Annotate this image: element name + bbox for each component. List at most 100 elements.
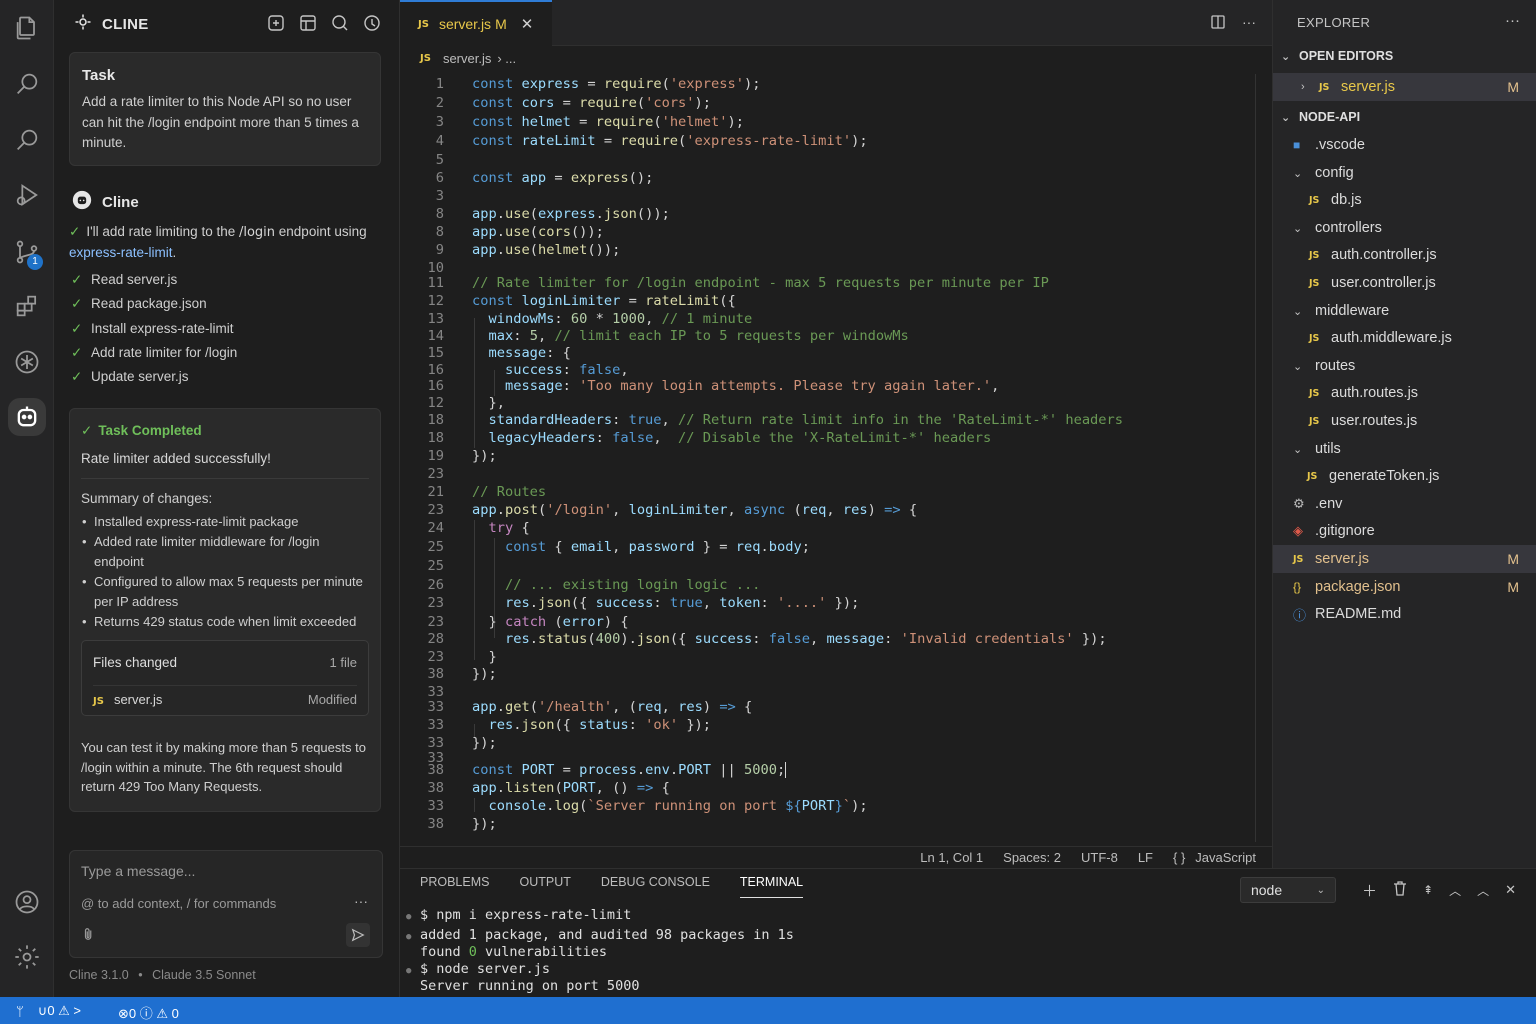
file-item[interactable]: JS user.routes.js — [1273, 407, 1536, 435]
folder-item[interactable]: ⌄ controllers — [1273, 214, 1536, 242]
file-item[interactable]: JS db.js — [1273, 186, 1536, 214]
more-actions-icon[interactable]: ··· — [1505, 12, 1520, 29]
terminal-select[interactable]: node ⌄ — [1239, 877, 1336, 903]
cline-avatar-icon — [72, 190, 92, 214]
js-file-icon: JS — [1309, 194, 1320, 206]
search-icon[interactable] — [7, 120, 47, 160]
mcp-servers-icon[interactable] — [299, 14, 317, 32]
file-item[interactable]: JS auth.middleware.js — [1273, 324, 1536, 352]
folder-item[interactable]: ■ .vscode — [1273, 131, 1536, 159]
code-line: app.post('/login', loginLimiter, async (… — [472, 502, 918, 518]
tab-modified-marker: M — [495, 16, 507, 32]
maximize-panel-icon[interactable]: ⇞ — [1423, 883, 1433, 897]
code-editor[interactable]: const express = require('express'); cons… — [400, 74, 1256, 842]
new-task-icon[interactable] — [267, 14, 285, 32]
folder-item[interactable]: ⌄ routes — [1273, 352, 1536, 380]
folder-item[interactable]: ⌄ utils — [1273, 435, 1536, 463]
extensions-icon[interactable] — [7, 286, 47, 326]
send-button[interactable] — [346, 923, 370, 947]
chevron-down-icon: ⌄ — [1293, 360, 1303, 373]
open-editors-header[interactable]: ⌄ OPEN EDITORS — [1281, 49, 1393, 63]
message-input-box[interactable]: Type a message... @ to add context, / fo… — [69, 850, 383, 958]
js-file-icon: JS — [1309, 277, 1320, 289]
code-line: app.use(helmet()); — [472, 242, 621, 258]
tab-label: server.js — [438, 16, 492, 32]
file-item[interactable]: ◈ .gitignore — [1273, 517, 1536, 545]
attach-icon[interactable] — [82, 927, 96, 944]
source-control-icon[interactable]: 1 — [7, 232, 47, 272]
file-item[interactable]: JS auth.routes.js — [1273, 379, 1536, 407]
close-icon[interactable]: ✕ — [1505, 882, 1516, 898]
new-terminal-icon[interactable]: ＋ — [1362, 880, 1377, 901]
account-circle-icon[interactable] — [363, 14, 381, 32]
settings-gear-icon[interactable] — [7, 937, 47, 977]
cline-logo-icon — [74, 13, 92, 36]
file-item[interactable]: {} package.json M — [1273, 573, 1536, 601]
terminal-text: Server running on port 5000 — [420, 978, 640, 994]
folder-item[interactable]: ⌄ middleware — [1273, 297, 1536, 325]
tab-server-js[interactable]: JS server.js M ✕ — [400, 0, 552, 46]
language-mode[interactable]: { } JavaScript — [1173, 850, 1256, 865]
section-label: OPEN EDITORS — [1299, 49, 1394, 63]
tab-problems[interactable]: PROBLEMS — [420, 875, 489, 898]
changed-file-row[interactable]: JS server.js Modified — [93, 685, 357, 707]
cline-footer: Cline 3.1.0 • Claude 3.5 Sonnet — [69, 968, 256, 982]
open-editor-item[interactable]: › JS server.js M — [1273, 73, 1536, 101]
run-debug-icon[interactable] — [7, 175, 47, 215]
tree-item-label: user.routes.js — [1331, 413, 1418, 429]
chevron-down-icon: ⌄ — [1293, 305, 1303, 318]
remote-indicator-icon[interactable]: ᛘ — [16, 1004, 24, 1019]
terminal-text: $ npm i express-rate-limit — [420, 907, 632, 923]
package-link[interactable]: express-rate-limit — [69, 245, 173, 260]
tree-item-label: generateToken.js — [1329, 468, 1440, 484]
model-name[interactable]: Claude 3.5 Sonnet — [152, 968, 256, 982]
cursor-position[interactable]: Ln 1, Col 1 — [920, 850, 983, 865]
more-options-icon[interactable]: ··· — [354, 893, 368, 909]
account-icon[interactable] — [7, 882, 47, 922]
cline-icon[interactable] — [8, 398, 46, 436]
more-actions-icon[interactable]: ··· — [1242, 14, 1256, 33]
breadcrumb-file[interactable]: server.js — [443, 51, 491, 66]
search-icon[interactable] — [7, 64, 47, 104]
chevron-up-icon[interactable]: ︿ — [1477, 882, 1489, 899]
summary-heading: Summary of changes: — [81, 491, 213, 506]
encoding[interactable]: UTF-8 — [1081, 850, 1118, 865]
assistant-header: Cline — [72, 190, 139, 214]
status-problems: ⊗0 ⓘ ⚠ 0 — [118, 1003, 179, 1022]
message-input[interactable]: Type a message... — [81, 863, 195, 879]
line-ending[interactable]: LF — [1138, 850, 1153, 865]
project-header[interactable]: ⌄ NODE-API — [1281, 110, 1360, 124]
terminal-output[interactable]: ● $ npm i express-rate-limit ● added 1 pac… — [406, 907, 794, 995]
tab-output[interactable]: OUTPUT — [519, 875, 570, 898]
chevron-up-icon[interactable]: ︿ — [1449, 882, 1461, 899]
indentation[interactable]: Spaces: 2 — [1003, 850, 1061, 865]
code-line: const loginLimiter = rateLimit({ — [472, 293, 736, 309]
file-item[interactable]: JS auth.controller.js — [1273, 241, 1536, 269]
step-item: ✓ Read server.js — [71, 270, 237, 294]
breadcrumb-rest[interactable]: › ... — [497, 51, 516, 66]
file-item[interactable]: ⚙ .env — [1273, 490, 1536, 518]
summary-item: Installed express-rate-limit package — [81, 512, 369, 532]
tab-terminal[interactable]: TERMINAL — [739, 875, 804, 898]
editor-scrollbar[interactable] — [1255, 74, 1256, 842]
trash-icon[interactable] — [1393, 880, 1407, 900]
folder-item[interactable]: ⌄ config — [1273, 159, 1536, 187]
history-icon[interactable] — [331, 14, 349, 32]
tab-debug-console[interactable]: DEBUG CONSOLE — [601, 875, 710, 898]
sync-status[interactable]: ∪0 ⚠ > — [38, 1003, 81, 1019]
remote-icon[interactable] — [7, 342, 47, 382]
summary-item: Returns 429 status code when limit excee… — [81, 612, 369, 632]
line-number: 6 — [435, 170, 444, 186]
close-icon[interactable]: ✕ — [521, 15, 534, 33]
chevron-down-icon: ⌄ — [1281, 111, 1291, 124]
explorer-files-icon[interactable] — [7, 8, 47, 48]
file-item[interactable]: ⓘ README.md — [1273, 600, 1536, 628]
status-bar: ᛘ ∪0 ⚠ > ⊗0 ⓘ ⚠ 0 — [0, 997, 1536, 1024]
language-label: JavaScript — [1195, 850, 1256, 865]
check-icon: ✓ — [71, 296, 83, 312]
file-item[interactable]: JS generateToken.js — [1273, 462, 1536, 490]
file-item[interactable]: JS server.js M — [1273, 545, 1536, 573]
problems-counter[interactable]: ⊗0 ⓘ ⚠ 0 — [118, 1003, 179, 1022]
file-item[interactable]: JS user.controller.js — [1273, 269, 1536, 297]
split-editor-icon[interactable] — [1210, 14, 1226, 33]
